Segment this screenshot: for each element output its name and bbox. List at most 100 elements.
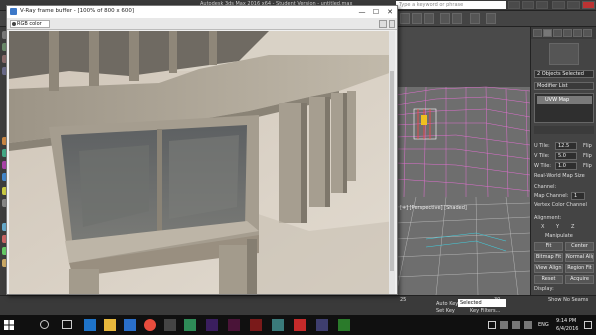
volume-icon[interactable] <box>524 321 532 329</box>
v-tile-input[interactable]: 5.0 <box>555 152 577 160</box>
acquire-button[interactable]: Acquire <box>565 275 594 284</box>
task-view-icon[interactable] <box>62 320 72 329</box>
auto-key-button[interactable]: Auto Key <box>436 301 458 307</box>
selection-name-field[interactable]: 2 Objects Selected <box>534 70 594 78</box>
vertex-color-channel-radio[interactable]: Vertex Color Channel <box>534 202 587 208</box>
clock-time[interactable]: 9:14 PM <box>556 318 576 324</box>
app-icon-1[interactable] <box>164 319 176 331</box>
minimize-icon[interactable]: — <box>355 6 369 18</box>
rendered-frame-icon[interactable] <box>412 13 422 24</box>
utilities-tab-icon[interactable] <box>583 29 592 37</box>
vfb-track-mouse-icon[interactable] <box>379 20 387 28</box>
account-icon[interactable] <box>522 1 534 9</box>
max-minimize-button[interactable] <box>552 1 565 9</box>
align-x-radio[interactable]: X <box>541 224 544 230</box>
tray-up-arrow-icon[interactable] <box>488 321 496 329</box>
maximize-icon[interactable]: ☐ <box>369 6 383 18</box>
modifier-list-dropdown[interactable]: Modifier List <box>534 82 594 90</box>
clock-date[interactable]: 6/4/2016 <box>556 326 578 332</box>
region-fit-button[interactable]: Region Fit <box>565 264 594 273</box>
max-status-bar: 25 30 Auto Key Selected Set Key Key Filt… <box>0 295 596 315</box>
view-align-button[interactable]: View Align <box>534 264 563 273</box>
rendered-house-image <box>9 31 395 294</box>
create-tab-icon[interactable] <box>533 29 542 37</box>
vfb-scroll-thumb[interactable] <box>390 71 394 271</box>
app-icon-3[interactable] <box>294 319 306 331</box>
w-flip-label[interactable]: Flip <box>583 163 592 169</box>
render-production-icon[interactable] <box>424 13 434 24</box>
close-icon[interactable]: ✕ <box>383 6 397 18</box>
modifier-stack: UVW Map <box>534 93 594 123</box>
store-icon[interactable] <box>124 319 136 331</box>
center-button[interactable]: Center <box>565 242 594 251</box>
indesign-icon[interactable] <box>228 319 240 331</box>
vfb-channel-label: RGB color <box>17 21 42 27</box>
vfb-toolbar: RGB color <box>7 18 397 30</box>
fit-button[interactable]: Fit <box>534 242 563 251</box>
u-tile-input[interactable]: 12.5 <box>555 142 577 150</box>
map-channel-radio[interactable]: Map Channel: <box>534 193 568 199</box>
show-no-seams-radio[interactable]: Show No Seams <box>548 297 588 303</box>
viewport-label[interactable]: [+] [Perspective] [Shaded] <box>400 205 467 211</box>
vray-app-icon <box>10 8 17 15</box>
perspective-viewport[interactable]: [+] [Perspective] [Shaded] <box>396 27 530 295</box>
app-icon-5[interactable] <box>338 319 350 331</box>
reset-button[interactable]: Reset <box>534 275 563 284</box>
vfb-options-icon[interactable] <box>389 20 395 28</box>
max-maximize-button[interactable] <box>567 1 580 9</box>
app-icon-2[interactable] <box>184 319 196 331</box>
language-indicator[interactable]: ENG <box>538 322 549 328</box>
chrome-icon[interactable] <box>144 319 156 331</box>
max-search-input[interactable]: Type a keyword or phrase <box>396 1 506 9</box>
rgb-channel-icon <box>12 22 16 26</box>
u-flip-label[interactable]: Flip <box>583 143 592 149</box>
schematic-view-icon[interactable] <box>470 13 480 24</box>
vfb-vertical-scrollbar[interactable] <box>389 31 395 294</box>
manipulate-checkbox[interactable]: Manipulate <box>545 233 573 239</box>
vfb-rendered-image <box>9 31 395 294</box>
w-tile-input[interactable]: 1.0 <box>555 162 577 170</box>
windows-taskbar: ENG 9:14 PM 6/4/2016 <box>0 315 596 335</box>
key-mode-dropdown[interactable]: Selected <box>458 299 506 307</box>
max-close-button[interactable] <box>582 1 595 9</box>
vray-frame-buffer-window: V-Ray frame buffer - [100% of 800 x 600]… <box>6 5 398 295</box>
display-tab-icon[interactable] <box>573 29 582 37</box>
wireframe-scene <box>396 86 530 295</box>
v-tile-label: V Tile: <box>534 153 550 159</box>
alignment-label: Alignment: <box>534 215 562 221</box>
set-key-button[interactable]: Set Key <box>436 308 455 314</box>
network-icon[interactable] <box>500 321 508 329</box>
material-editor-icon[interactable] <box>440 13 450 24</box>
w-tile-label: W Tile: <box>534 163 551 169</box>
notification-center-icon[interactable] <box>584 321 592 329</box>
modifier-stack-item[interactable]: UVW Map <box>537 96 592 104</box>
curve-editor-icon[interactable] <box>452 13 462 24</box>
battery-icon[interactable] <box>512 321 520 329</box>
motion-tab-icon[interactable] <box>563 29 572 37</box>
modify-tab-icon[interactable] <box>543 29 552 37</box>
acrobat-icon[interactable] <box>250 319 262 331</box>
vfb-channel-dropdown[interactable]: RGB color <box>10 20 50 28</box>
map-channel-input[interactable]: 1 <box>571 192 585 200</box>
vfb-title-bar[interactable]: V-Ray frame buffer - [100% of 800 x 600]… <box>7 6 397 18</box>
render-setup-icon[interactable] <box>400 13 410 24</box>
after-effects-icon[interactable] <box>206 319 218 331</box>
bitmap-fit-button[interactable]: Bitmap Fit <box>534 253 563 262</box>
hierarchy-tab-icon[interactable] <box>553 29 562 37</box>
search-icon[interactable] <box>40 320 49 329</box>
command-panel: 2 Objects Selected Modifier List UVW Map… <box>530 27 596 295</box>
v-flip-label[interactable]: Flip <box>583 153 592 159</box>
file-explorer-icon[interactable] <box>104 319 116 331</box>
help-icon[interactable] <box>536 1 548 9</box>
real-world-map-size-checkbox[interactable]: Real-World Map Size <box>534 173 585 179</box>
key-filters-button[interactable]: Key Filters... <box>470 308 500 314</box>
windows-start-icon[interactable] <box>4 320 14 330</box>
align-y-radio[interactable]: Y <box>556 224 559 230</box>
search-icon[interactable] <box>508 1 520 9</box>
edge-browser-icon[interactable] <box>84 319 96 331</box>
3ds-max-taskbar-icon[interactable] <box>272 319 284 331</box>
align-z-radio[interactable]: Z <box>571 224 574 230</box>
normal-align-button[interactable]: Normal Align <box>565 253 594 262</box>
app-icon-4[interactable] <box>316 319 328 331</box>
layer-manager-icon[interactable] <box>486 13 496 24</box>
